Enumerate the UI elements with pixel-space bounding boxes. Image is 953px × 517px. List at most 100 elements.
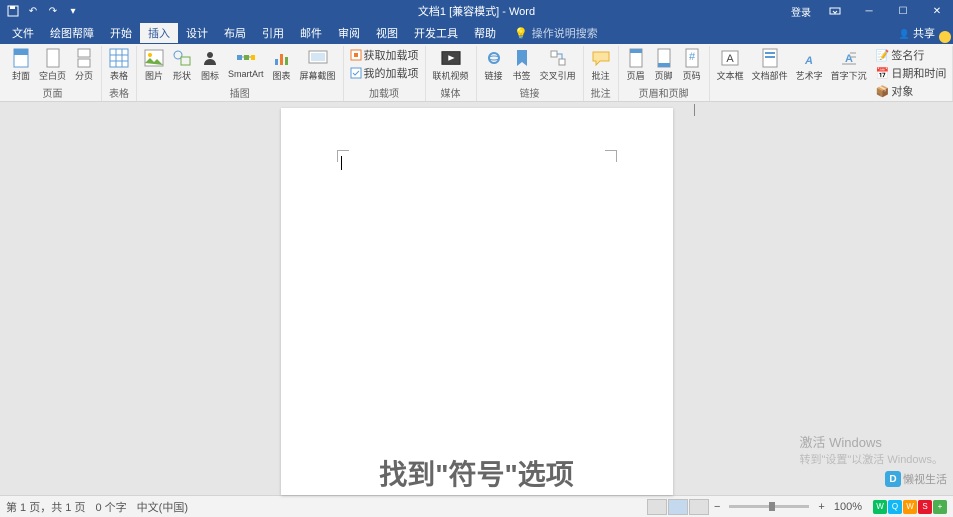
read-mode-button[interactable] bbox=[647, 499, 667, 515]
text-cursor bbox=[341, 156, 342, 170]
text-box-button[interactable]: A文本框 bbox=[714, 46, 747, 84]
tab-help[interactable]: 帮助 bbox=[466, 23, 504, 43]
tab-references[interactable]: 引用 bbox=[254, 23, 292, 43]
social-more-icon[interactable]: + bbox=[933, 500, 947, 514]
title-bar: ↶ ↷ ▾ 文档1 [兼容模式] - Word 登录 ─ ☐ ✕ bbox=[0, 0, 953, 22]
zoom-out-button[interactable]: − bbox=[710, 501, 724, 513]
zoom-in-button[interactable]: + bbox=[814, 501, 828, 513]
chart-button[interactable]: 图表 bbox=[269, 46, 295, 84]
drop-cap-button[interactable]: A首字下沉 bbox=[828, 46, 870, 84]
cover-page-button[interactable]: 封面 bbox=[8, 46, 34, 84]
tab-file[interactable]: 文件 bbox=[4, 23, 42, 43]
window-title: 文档1 [兼容模式] - Word bbox=[418, 3, 535, 19]
tell-me-label: 操作说明搜索 bbox=[532, 25, 598, 41]
link-button[interactable]: 链接 bbox=[481, 46, 507, 84]
group-label: 表格 bbox=[109, 85, 129, 101]
redo-icon[interactable]: ↷ bbox=[46, 4, 60, 18]
quick-access-toolbar: ↶ ↷ ▾ bbox=[0, 4, 80, 18]
group-label: 加载项 bbox=[369, 85, 399, 101]
document-area: 找到"符号"选项 激活 Windows 转到"设置"以激活 Windows。 D… bbox=[0, 102, 953, 495]
undo-icon[interactable]: ↶ bbox=[26, 4, 40, 18]
tab-insert[interactable]: 插入 bbox=[140, 23, 178, 43]
online-video-button[interactable]: 联机视频 bbox=[430, 46, 472, 84]
icons-button[interactable]: 图标 bbox=[197, 46, 223, 84]
shapes-button[interactable]: 形状 bbox=[169, 46, 195, 84]
social-weibo-icon[interactable]: W bbox=[903, 500, 917, 514]
group-addins: 获取加载项 我的加载项 加载项 bbox=[344, 46, 426, 101]
social-buttons: W Q W S + bbox=[873, 500, 947, 514]
footer-button[interactable]: 页脚 bbox=[651, 46, 677, 84]
group-pages: 封面 空白页 分页 页面 bbox=[4, 46, 102, 101]
my-addins-button[interactable]: 我的加载项 bbox=[348, 64, 421, 82]
header-button[interactable]: 页眉 bbox=[623, 46, 649, 84]
group-media: 联机视频 媒体 bbox=[426, 46, 477, 101]
document-page[interactable] bbox=[281, 108, 673, 495]
lightbulb-icon: 💡 bbox=[514, 27, 528, 40]
margin-corner-tl bbox=[337, 150, 349, 162]
zoom-slider[interactable] bbox=[729, 505, 809, 508]
blank-page-button[interactable]: 空白页 bbox=[36, 46, 69, 84]
page-indicator[interactable]: 第 1 页，共 1 页 bbox=[6, 499, 85, 515]
save-icon[interactable] bbox=[6, 4, 20, 18]
close-button[interactable]: ✕ bbox=[921, 0, 953, 22]
smartart-button[interactable]: SmartArt bbox=[225, 46, 267, 81]
page-number-button[interactable]: #页码 bbox=[679, 46, 705, 84]
ribbon: 封面 空白页 分页 页面 表格 表格 图片 形状 图标 SmartArt 图表 … bbox=[0, 44, 953, 102]
date-time-button[interactable]: 📅日期和时间 bbox=[874, 64, 949, 82]
group-label: 页眉和页脚 bbox=[639, 85, 689, 101]
share-button[interactable]: 👤 共享 bbox=[899, 25, 935, 41]
group-label: 链接 bbox=[520, 85, 540, 101]
tab-design[interactable]: 设计 bbox=[178, 23, 216, 43]
feedback-icon[interactable] bbox=[939, 31, 951, 43]
tab-home[interactable]: 开始 bbox=[102, 23, 140, 43]
qat-dropdown-icon[interactable]: ▾ bbox=[66, 4, 80, 18]
quick-parts-button[interactable]: 文档部件 bbox=[749, 46, 791, 84]
activation-watermark: 激活 Windows 转到"设置"以激活 Windows。 bbox=[800, 432, 944, 467]
wordart-button[interactable]: A艺术字 bbox=[793, 46, 826, 84]
word-count[interactable]: 0 个字 bbox=[95, 499, 126, 515]
margin-corner-tr bbox=[605, 150, 617, 162]
ribbon-tabs: 文件 绘图帮障 开始 插入 设计 布局 引用 邮件 审阅 视图 开发工具 帮助 … bbox=[0, 22, 953, 44]
group-header-footer: 页眉 页脚 #页码 页眉和页脚 bbox=[619, 46, 710, 101]
status-bar: 第 1 页，共 1 页 0 个字 中文(中国) − + 100% W Q W S… bbox=[0, 495, 953, 517]
page-break-button[interactable]: 分页 bbox=[71, 46, 97, 84]
tab-developer[interactable]: 开发工具 bbox=[406, 23, 466, 43]
comment-button[interactable]: 批注 bbox=[588, 46, 614, 84]
print-layout-button[interactable] bbox=[668, 499, 688, 515]
table-button[interactable]: 表格 bbox=[106, 46, 132, 84]
object-button[interactable]: 📦对象 bbox=[874, 82, 949, 100]
group-label: 插图 bbox=[230, 85, 250, 101]
zoom-level[interactable]: 100% bbox=[830, 501, 866, 513]
brand-watermark: D 懒视生活 bbox=[885, 471, 947, 487]
tab-review[interactable]: 审阅 bbox=[330, 23, 368, 43]
maximize-button[interactable]: ☐ bbox=[887, 0, 919, 22]
svg-text:A: A bbox=[804, 55, 813, 67]
signature-line-button[interactable]: 📝签名行 bbox=[874, 46, 949, 64]
social-share-icon[interactable]: S bbox=[918, 500, 932, 514]
social-qq-icon[interactable]: Q bbox=[888, 500, 902, 514]
language-indicator[interactable]: 中文(中国) bbox=[137, 499, 188, 515]
group-label: 媒体 bbox=[441, 85, 461, 101]
svg-text:A: A bbox=[845, 53, 853, 65]
cross-reference-button[interactable]: 交叉引用 bbox=[537, 46, 579, 84]
tab-layout[interactable]: 布局 bbox=[216, 23, 254, 43]
ribbon-options-icon[interactable] bbox=[819, 0, 851, 22]
tab-mailings[interactable]: 邮件 bbox=[292, 23, 330, 43]
tab-drawhelp[interactable]: 绘图帮障 bbox=[42, 23, 102, 43]
bookmark-button[interactable]: 书签 bbox=[509, 46, 535, 84]
social-wechat-icon[interactable]: W bbox=[873, 500, 887, 514]
group-label: 批注 bbox=[591, 85, 611, 101]
group-text: A文本框 文档部件 A艺术字 A首字下沉 📝签名行 📅日期和时间 📦对象 文本 bbox=[710, 46, 953, 101]
login-button[interactable]: 登录 bbox=[785, 4, 817, 19]
tab-view[interactable]: 视图 bbox=[368, 23, 406, 43]
get-addins-button[interactable]: 获取加载项 bbox=[348, 46, 421, 64]
pictures-button[interactable]: 图片 bbox=[141, 46, 167, 84]
svg-text:#: # bbox=[689, 51, 696, 63]
ruler-cursor-marker bbox=[694, 104, 695, 116]
tell-me-search[interactable]: 💡 操作说明搜索 bbox=[514, 25, 598, 41]
group-illustrations: 图片 形状 图标 SmartArt 图表 屏幕截图 插图 bbox=[137, 46, 344, 101]
web-layout-button[interactable] bbox=[689, 499, 709, 515]
minimize-button[interactable]: ─ bbox=[853, 0, 885, 22]
screenshot-button[interactable]: 屏幕截图 bbox=[297, 46, 339, 84]
instruction-caption: 找到"符号"选项 bbox=[379, 453, 574, 493]
